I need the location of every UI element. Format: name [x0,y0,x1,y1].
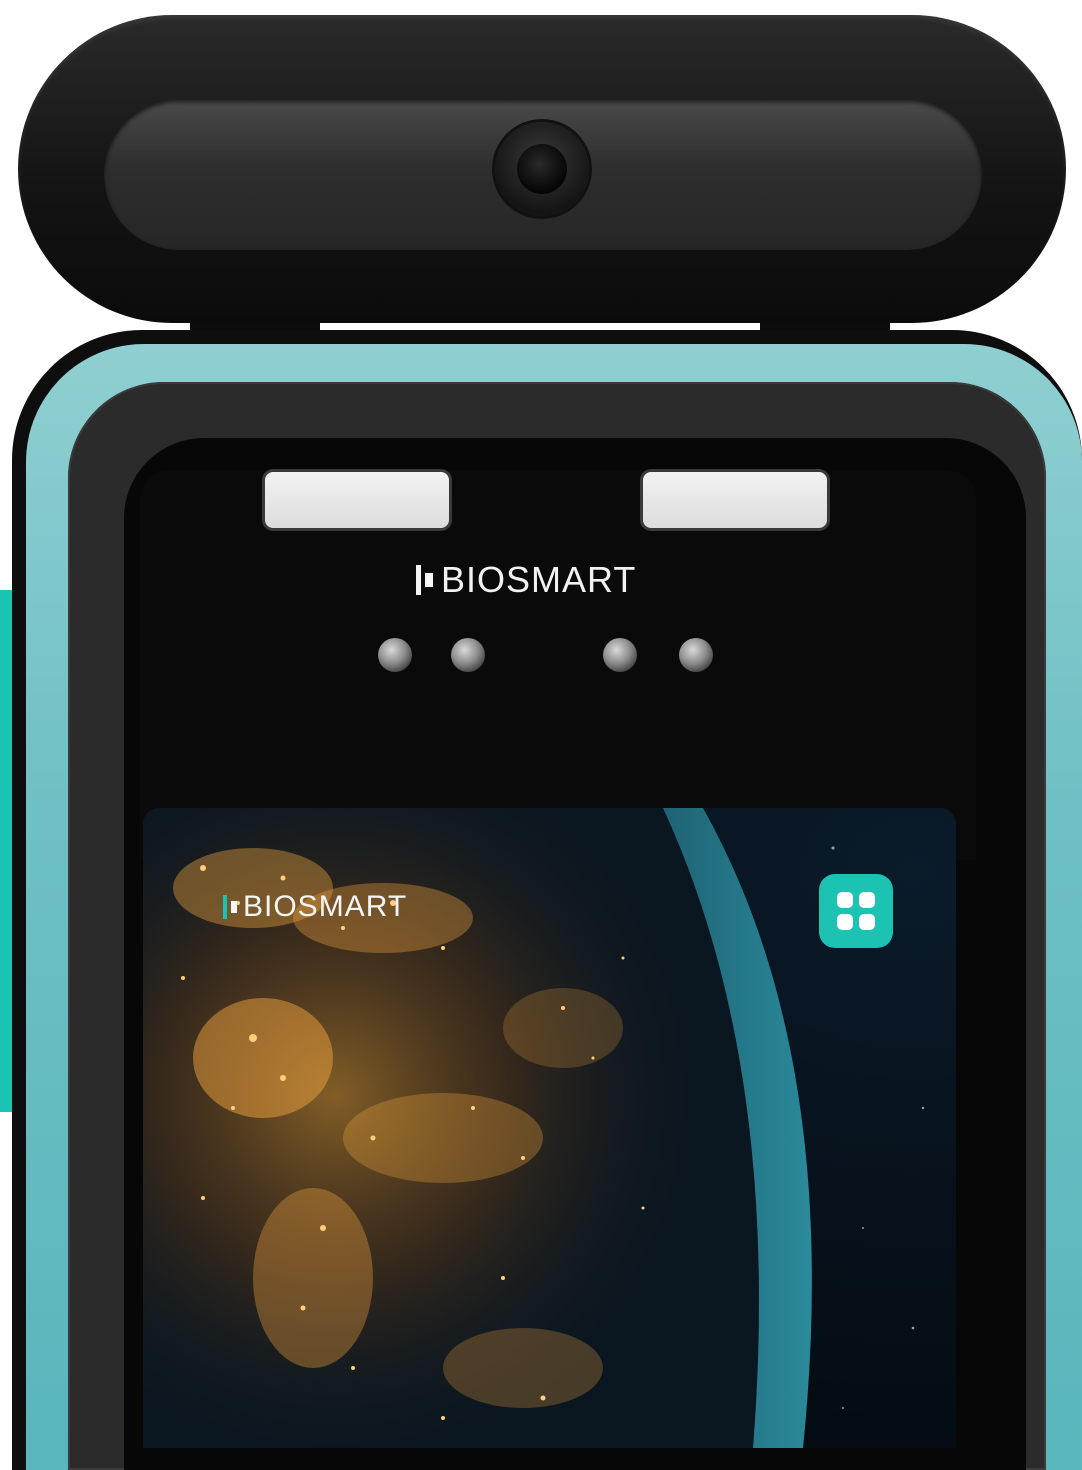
brand-mark-icon [223,895,237,919]
display-screen[interactable]: BIOSMART [143,808,956,1448]
sensor-led-1 [378,638,412,672]
menu-button[interactable] [819,874,893,948]
grid-icon [837,892,875,930]
thermal-camera-module [18,15,1066,323]
sensor-led-3 [603,638,637,672]
device-brand-text: BIOSMART [441,559,637,600]
sensor-led-4 [679,638,713,672]
screen-brand-text: BIOSMART [243,890,408,923]
camera-lens-icon [517,144,567,194]
ir-illuminator-left [265,472,449,528]
ir-illuminator-right [643,472,827,528]
sensor-panel [140,470,976,860]
camera-lens-ring [495,122,589,216]
screen-brand-logo: BIOSMART [223,890,407,924]
brand-mark-icon [416,565,433,595]
device-brand-logo: BIOSMART [416,558,666,602]
sensor-led-2 [451,638,485,672]
